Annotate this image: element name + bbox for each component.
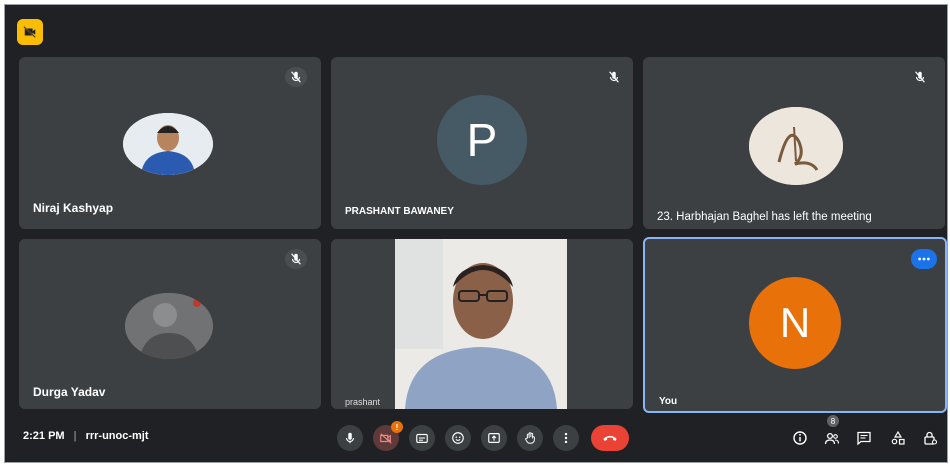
camera-off-badge[interactable]: [17, 19, 43, 45]
participant-tile[interactable]: P PRASHANT BAWANEY: [331, 57, 633, 229]
host-controls-button[interactable]: [919, 427, 941, 449]
people-icon: [824, 432, 840, 445]
camera-off-icon: [380, 433, 392, 444]
info-icon: [793, 431, 807, 445]
mic-off-icon: [291, 71, 301, 83]
emoji-button[interactable]: [445, 425, 471, 451]
captions-button[interactable]: [409, 425, 435, 451]
participant-name: Durga Yadav: [33, 385, 106, 399]
mic-muted-indicator: [285, 249, 307, 269]
end-call-button[interactable]: [591, 425, 629, 451]
warning-badge-text: !: [395, 422, 399, 432]
participant-name: 23. Harbhajan Baghel has left the meetin…: [657, 211, 872, 223]
mic-muted-indicator: [285, 67, 307, 87]
meeting-time: 2:21 PM: [23, 430, 65, 442]
mic-off-icon: [915, 71, 925, 83]
avatar-initial: P: [466, 114, 498, 166]
emoji-icon: [452, 432, 464, 444]
more-options-button[interactable]: [911, 249, 937, 269]
host-controls-icon: [924, 431, 938, 445]
end-call-icon: [603, 435, 617, 441]
participant-tile[interactable]: prashant: [331, 239, 633, 409]
participant-avatar: N: [749, 277, 841, 369]
present-icon: [488, 433, 500, 443]
raise-hand-icon: [525, 432, 535, 444]
activities-button[interactable]: [887, 427, 909, 449]
more-horizontal-icon: [918, 257, 930, 261]
participant-video: [395, 239, 567, 409]
participant-tile[interactable]: Durga Yadav: [19, 239, 321, 409]
people-count: 8: [830, 416, 836, 426]
participant-photo: [125, 293, 213, 359]
participant-name: PRASHANT BAWANEY: [345, 206, 454, 217]
participant-name: prashant: [345, 397, 381, 407]
mic-off-icon: [609, 71, 619, 83]
meeting-code: rrr-unoc-mjt: [85, 430, 149, 442]
people-count-badge: 8: [827, 415, 839, 427]
people-button[interactable]: 8: [821, 415, 843, 449]
camera-button[interactable]: !: [373, 421, 403, 451]
mic-muted-indicator: [603, 67, 625, 87]
participant-tile-self[interactable]: N You: [643, 237, 947, 413]
participant-tile[interactable]: Niraj Kashyap: [19, 57, 321, 229]
mic-icon: [345, 432, 355, 444]
meeting-separator: |: [73, 430, 77, 442]
more-options-button[interactable]: [553, 425, 579, 451]
participant-tile[interactable]: 23. Harbhajan Baghel has left the meetin…: [643, 57, 945, 229]
captions-icon: [416, 433, 428, 443]
camera-off-icon: [23, 26, 36, 38]
participant-name: You: [659, 396, 678, 407]
warning-badge: !: [391, 421, 403, 433]
activities-icon: [891, 430, 905, 445]
mic-muted-indicator: [909, 67, 931, 87]
chat-icon: [857, 431, 871, 446]
chat-button[interactable]: [853, 427, 875, 449]
meeting-details-button[interactable]: [789, 427, 811, 449]
meeting-info: 2:21 PM | rrr-unoc-mjt: [23, 430, 149, 442]
avatar-initial: N: [779, 299, 811, 346]
present-button[interactable]: [481, 425, 507, 451]
participant-avatar: P: [437, 95, 527, 185]
mic-off-icon: [291, 253, 301, 265]
participant-photo: [123, 113, 213, 175]
raise-hand-button[interactable]: [517, 425, 543, 451]
participant-name: Niraj Kashyap: [33, 201, 114, 215]
participant-photo: [749, 107, 843, 185]
more-options-icon: [564, 432, 568, 444]
meet-window: Niraj Kashyap P PRASHANT BAWANEY 23. Har…: [4, 4, 948, 463]
mic-button[interactable]: [337, 425, 363, 451]
